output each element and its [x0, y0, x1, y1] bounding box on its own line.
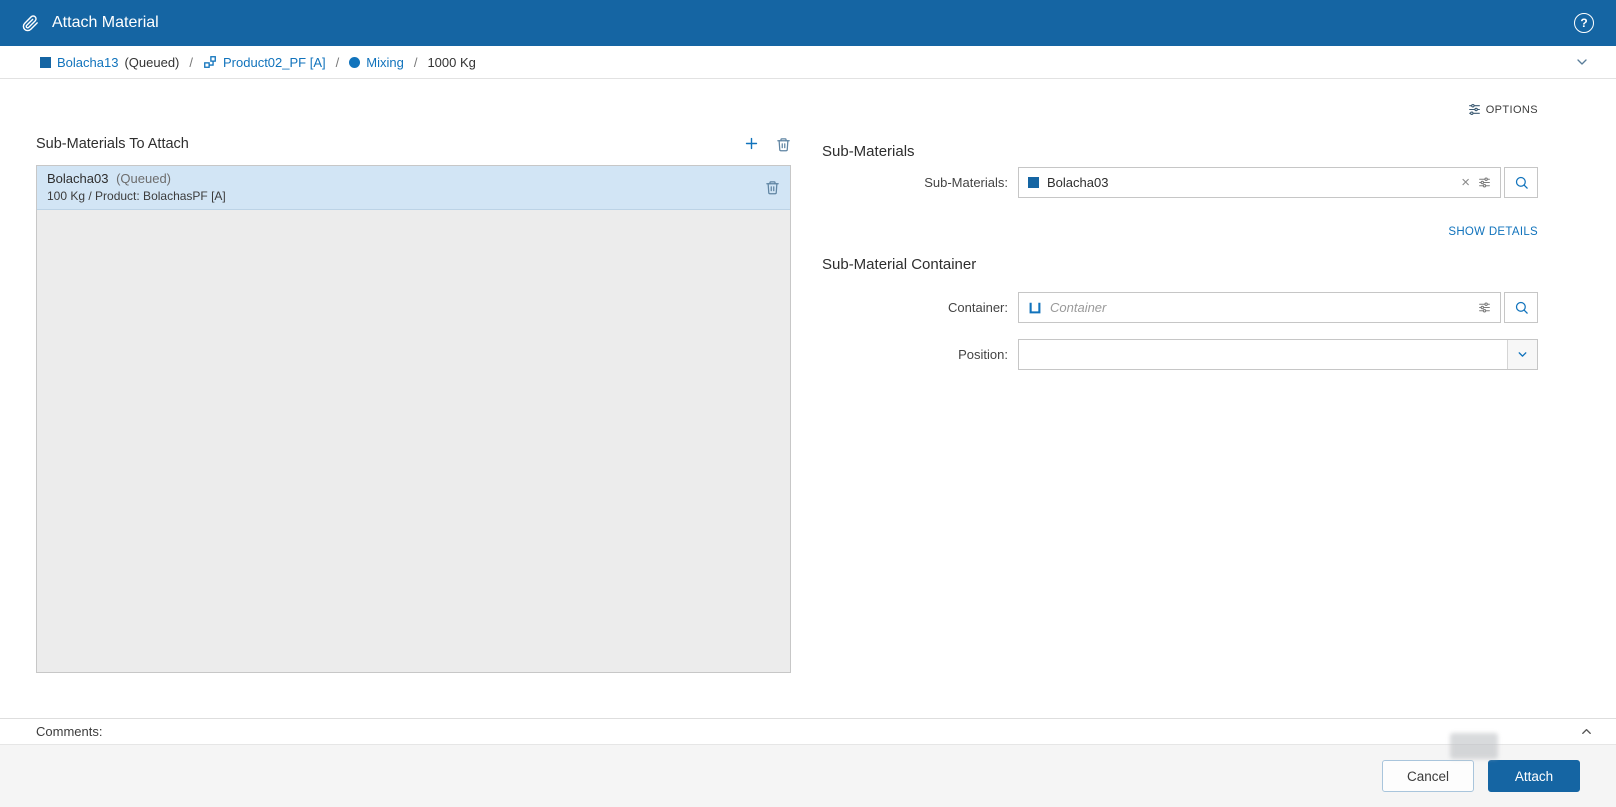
attach-button[interactable]: Attach — [1488, 760, 1580, 792]
filter-sliders-icon[interactable] — [1478, 301, 1491, 314]
breadcrumb-material[interactable]: Bolacha13 (Queued) — [40, 55, 179, 70]
sub-materials-to-attach-header: Sub-Materials To Attach — [36, 135, 791, 152]
sliders-icon — [1468, 103, 1481, 116]
list-item-text: Bolacha03 (Queued) 100 Kg / Product: Bol… — [47, 171, 765, 203]
sub-materials-row: Sub-Materials: Bolacha03 × — [822, 167, 1538, 198]
cancel-button[interactable]: Cancel — [1382, 760, 1474, 792]
material-icon — [1028, 177, 1039, 188]
options-button[interactable]: OPTIONS — [1468, 103, 1538, 116]
breadcrumb-quantity-text: 1000 Kg — [427, 54, 476, 70]
paperclip-icon — [22, 14, 39, 32]
container-search-icon[interactable] — [1504, 292, 1538, 323]
breadcrumb-step[interactable]: Mixing — [349, 55, 404, 70]
step-icon — [349, 56, 361, 68]
title-bar: Attach Material ? — [0, 0, 1616, 46]
footer-action-bar: Cancel Attach — [0, 733, 1616, 807]
list-item-name: Bolacha03 — [47, 171, 109, 186]
breadcrumb-product[interactable]: Product02_PF [A] — [203, 55, 326, 70]
sub-materials-to-attach-list: Bolacha03 (Queued) 100 Kg / Product: Bol… — [36, 165, 791, 673]
breadcrumb-quantity: 1000 Kg — [427, 55, 475, 70]
breadcrumb: Bolacha13 (Queued) / Product02_PF [A] / … — [0, 46, 1616, 79]
position-value — [1019, 340, 1507, 369]
position-row: Position: — [822, 339, 1538, 370]
remove-sub-material-trash-icon[interactable] — [776, 137, 791, 152]
container-input-box[interactable] — [1018, 292, 1501, 323]
comments-label: Comments: — [36, 724, 103, 739]
sub-material-container-section-title: Sub-Material Container — [822, 256, 977, 273]
list-item-state: (Queued) — [116, 171, 171, 186]
position-select[interactable] — [1018, 339, 1538, 370]
sub-materials-label: Sub-Materials: — [924, 175, 1008, 190]
list-item[interactable]: Bolacha03 (Queued) 100 Kg / Product: Bol… — [37, 166, 790, 210]
breadcrumb-separator: / — [413, 54, 418, 70]
product-icon — [203, 55, 217, 69]
page-title: Attach Material — [52, 14, 159, 31]
container-label: Container: — [948, 300, 1008, 315]
breadcrumb-separator: / — [335, 54, 340, 70]
sub-materials-to-attach-title: Sub-Materials To Attach — [36, 136, 189, 152]
position-label: Position: — [958, 347, 1008, 362]
container-input[interactable] — [1050, 300, 1470, 315]
comments-bar[interactable]: Comments: — [0, 718, 1616, 745]
list-item-details: 100 Kg / Product: BolachasPF [A] — [47, 189, 226, 203]
main-content: OPTIONS Sub-Materials To Attach Bolacha0… — [0, 79, 1616, 718]
sub-materials-search-icon[interactable] — [1504, 167, 1538, 198]
screenshot-smudge — [1450, 733, 1498, 759]
material-icon — [40, 56, 51, 68]
help-icon[interactable]: ? — [1574, 13, 1594, 33]
breadcrumb-material-state: (Queued) — [124, 54, 180, 70]
sub-materials-input[interactable]: Bolacha03 × — [1018, 167, 1501, 198]
list-item-trash-icon[interactable] — [765, 180, 780, 195]
breadcrumb-step-link[interactable]: Mixing — [366, 55, 404, 70]
container-row: Container: — [822, 292, 1538, 323]
breadcrumb-separator: / — [189, 54, 193, 70]
add-sub-material-icon[interactable] — [743, 135, 760, 152]
breadcrumb-collapse-chevron-icon[interactable] — [1574, 54, 1590, 70]
sub-materials-section-title: Sub-Materials — [822, 143, 915, 160]
clear-icon[interactable]: × — [1461, 175, 1470, 190]
options-label: OPTIONS — [1485, 103, 1538, 116]
container-icon — [1028, 301, 1042, 315]
chevron-down-icon[interactable] — [1507, 340, 1537, 369]
comments-expand-chevron-up-icon[interactable] — [1579, 724, 1594, 739]
breadcrumb-material-link[interactable]: Bolacha13 — [57, 55, 118, 70]
sub-materials-value: Bolacha03 — [1047, 175, 1109, 190]
show-details-link[interactable]: SHOW DETAILS — [1448, 226, 1538, 238]
filter-sliders-icon[interactable] — [1478, 176, 1491, 189]
breadcrumb-product-link[interactable]: Product02_PF [A] — [223, 55, 326, 70]
